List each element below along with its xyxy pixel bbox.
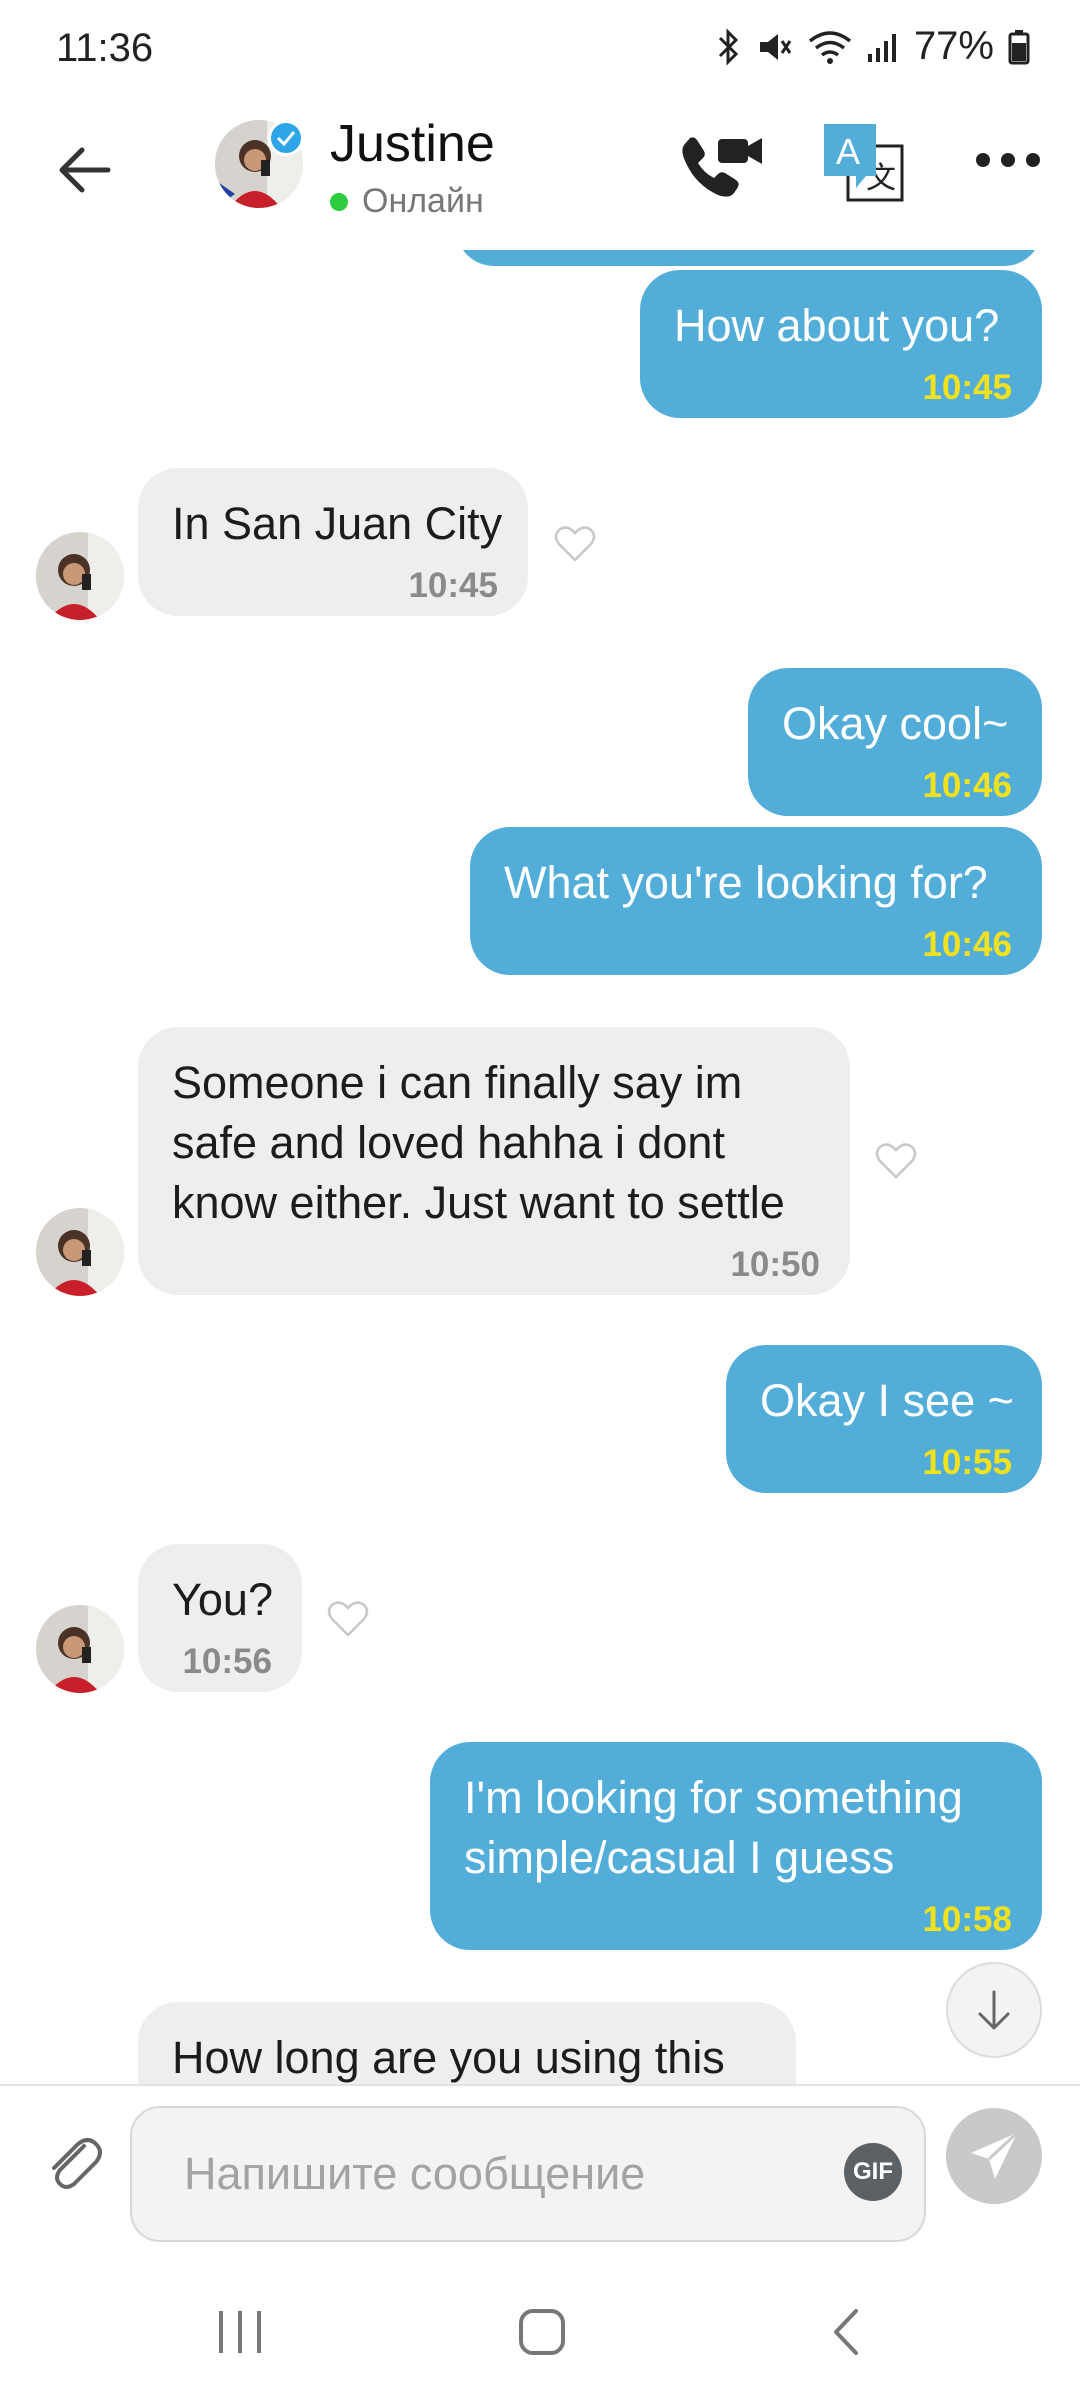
message-time: 10:45 bbox=[408, 566, 498, 605]
send-button[interactable] bbox=[946, 2108, 1042, 2204]
avatar[interactable] bbox=[36, 532, 124, 620]
message-text: How long are you using this bbox=[172, 2032, 725, 2083]
translate-button[interactable]: 文A bbox=[822, 122, 906, 206]
status-icons: 77% bbox=[714, 24, 1030, 69]
recents-icon bbox=[219, 2311, 261, 2353]
message-text: You? bbox=[172, 1574, 273, 1625]
message-bubble[interactable]: I'm looking for something simple/casual … bbox=[430, 1742, 1042, 1950]
more-icon bbox=[976, 153, 990, 167]
svg-text:A: A bbox=[836, 131, 860, 172]
message-bubble[interactable]: Okay I see ~ 10:55 bbox=[726, 1345, 1042, 1493]
message-text: How about you? bbox=[674, 300, 1000, 351]
scroll-to-bottom-button[interactable] bbox=[946, 1962, 1042, 2058]
avatar[interactable] bbox=[36, 1605, 124, 1693]
contact-name[interactable]: Justine bbox=[330, 114, 495, 174]
message-time: 10:46 bbox=[922, 925, 1012, 964]
mute-icon bbox=[759, 33, 792, 60]
arrow-down-icon bbox=[978, 1990, 1010, 2030]
message-text: Someone i can finally say im safe and lo… bbox=[172, 1057, 785, 1228]
online-status-text: Онлайн bbox=[362, 182, 484, 220]
message-time: 10:46 bbox=[922, 766, 1012, 805]
avatar[interactable] bbox=[36, 1208, 124, 1296]
message-bubble-partial bbox=[456, 250, 1042, 266]
message-text: Okay I see ~ bbox=[760, 1375, 1014, 1426]
message-time: 10:58 bbox=[922, 1900, 1012, 1939]
back-nav-icon bbox=[834, 2309, 858, 2355]
home-icon bbox=[519, 2309, 565, 2355]
message-text: I'm looking for something simple/casual … bbox=[464, 1772, 963, 1883]
heart-icon[interactable] bbox=[326, 1599, 370, 1639]
message-text: What you're looking for? bbox=[504, 857, 988, 908]
message-text: In San Juan City bbox=[172, 498, 503, 549]
back-button[interactable] bbox=[48, 134, 120, 206]
status-time: 11:36 bbox=[56, 26, 154, 70]
message-bubble[interactable]: How about you? 10:45 bbox=[640, 270, 1042, 418]
message-list[interactable]: How about you? 10:45 In San Juan City 10… bbox=[0, 250, 1080, 2084]
attach-button[interactable] bbox=[38, 2122, 110, 2202]
message-time: 10:56 bbox=[182, 1642, 272, 1681]
heart-icon[interactable] bbox=[874, 1141, 918, 1181]
message-bubble[interactable]: In San Juan City 10:45 bbox=[138, 468, 528, 616]
message-text: Okay cool~ bbox=[782, 698, 1009, 749]
back-arrow-icon bbox=[59, 147, 111, 193]
online-status: Онлайн bbox=[330, 182, 484, 221]
message-time: 10:45 bbox=[922, 368, 1012, 407]
more-options-button[interactable] bbox=[976, 140, 1040, 180]
send-icon bbox=[971, 2131, 1019, 2179]
online-dot bbox=[330, 192, 348, 211]
video-call-button[interactable] bbox=[676, 128, 766, 208]
message-bubble[interactable]: Okay cool~ 10:46 bbox=[748, 668, 1042, 816]
message-bubble[interactable]: You? 10:56 bbox=[138, 1544, 302, 1692]
translate-icon: 文A bbox=[824, 124, 904, 202]
heart-icon[interactable] bbox=[553, 524, 597, 564]
back-nav-button[interactable] bbox=[796, 2292, 896, 2372]
message-bubble[interactable]: What you're looking for? 10:46 bbox=[470, 827, 1042, 975]
system-nav-bar bbox=[0, 2264, 1080, 2400]
message-input[interactable] bbox=[130, 2106, 926, 2242]
gif-button[interactable]: GIF bbox=[844, 2143, 902, 2201]
signal-icon bbox=[867, 33, 896, 62]
status-bar: 11:36 77% bbox=[0, 0, 1080, 100]
verified-icon bbox=[268, 120, 304, 156]
message-bubble[interactable]: Someone i can finally say im safe and lo… bbox=[138, 1027, 850, 1295]
message-time: 10:55 bbox=[922, 1443, 1012, 1482]
message-bubble[interactable]: How long are you using this bbox=[138, 2002, 796, 2084]
paperclip-icon bbox=[52, 2138, 102, 2189]
bluetooth-icon bbox=[718, 27, 739, 66]
wifi-icon bbox=[808, 30, 852, 64]
chat-header: Justine Онлайн 文A bbox=[0, 100, 1080, 250]
video-call-icon bbox=[682, 137, 762, 197]
message-composer: GIF bbox=[0, 2084, 1080, 2264]
message-time: 10:50 bbox=[730, 1245, 820, 1284]
battery-icon bbox=[1008, 29, 1030, 64]
recents-button[interactable] bbox=[190, 2292, 290, 2372]
home-button[interactable] bbox=[492, 2292, 592, 2372]
battery-text: 77% bbox=[913, 24, 994, 68]
